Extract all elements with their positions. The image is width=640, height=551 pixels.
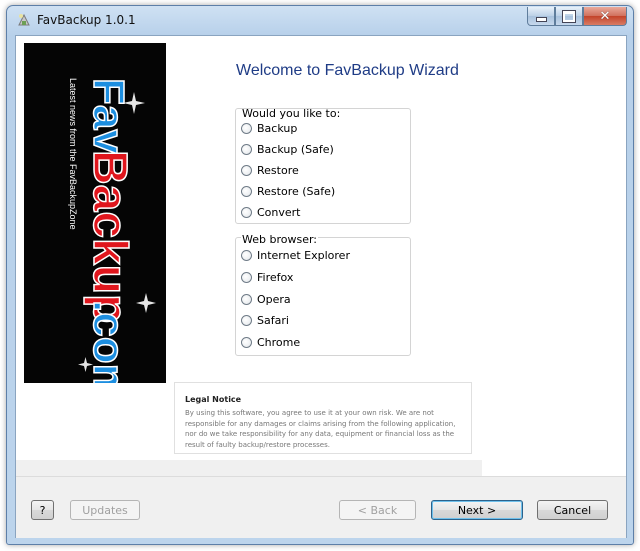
help-button[interactable]: ? (31, 500, 54, 520)
radio-firefox[interactable]: Firefox (241, 271, 293, 284)
minimize-button[interactable] (527, 7, 555, 26)
legal-notice: Legal Notice By using this software, you… (174, 382, 472, 454)
svg-text:Fav: Fav (84, 78, 133, 154)
radio-label: Backup (257, 122, 298, 135)
window-title: FavBackup 1.0.1 (37, 13, 136, 27)
action-group-label: Would you like to: (242, 107, 341, 120)
legal-notice-text: By using this software, you agree to use… (185, 409, 456, 449)
radio-circle[interactable] (241, 207, 252, 218)
radio-label: Opera (257, 293, 291, 306)
banner-panel: Fav Backup .com Latest news from the Fav… (24, 43, 166, 383)
caption-buttons: ✕ (527, 7, 627, 26)
close-button[interactable]: ✕ (583, 7, 627, 26)
back-button[interactable]: < Back (339, 500, 416, 520)
wizard-heading: Welcome to FavBackup Wizard (236, 62, 459, 79)
app-window: FavBackup 1.0.1 ✕ Fav Backup .com Latest… (6, 5, 634, 545)
radio-circle[interactable] (241, 337, 252, 348)
svg-text:Latest news from the FavBackup: Latest news from the FavBackupZone (68, 78, 78, 230)
cancel-button[interactable]: Cancel (537, 500, 608, 520)
svg-text:Backup: Backup (83, 150, 136, 323)
svg-text:.com: .com (84, 300, 133, 383)
radio-chrome[interactable]: Chrome (241, 336, 300, 349)
radio-circle[interactable] (241, 315, 252, 326)
action-group: Would you like to: Backup Backup (Safe) … (235, 107, 411, 224)
radio-circle[interactable] (241, 123, 252, 134)
minimize-icon (535, 16, 547, 22)
browser-group-label: Web browser: (241, 233, 319, 246)
maximize-button[interactable] (555, 7, 583, 26)
favbackup-logo: Fav Backup .com Latest news from the Fav… (68, 77, 156, 383)
button-bar: ? Updates < Back Next > Cancel (16, 476, 626, 538)
radio-backup[interactable]: Backup (241, 122, 297, 135)
app-icon (18, 13, 30, 26)
radio-circle[interactable] (241, 272, 252, 283)
wizard-client-area: Fav Backup .com Latest news from the Fav… (15, 35, 627, 538)
radio-convert[interactable]: Convert (241, 206, 301, 219)
radio-label: Safari (257, 314, 289, 327)
close-icon: ✕ (599, 8, 611, 24)
radio-safari[interactable]: Safari (241, 314, 289, 327)
radio-circle[interactable] (241, 144, 252, 155)
radio-label: Restore (Safe) (257, 185, 336, 198)
radio-label: Chrome (257, 336, 301, 349)
radio-opera[interactable]: Opera (241, 293, 291, 306)
radio-label: Restore (257, 164, 299, 177)
next-button[interactable]: Next > (431, 500, 523, 520)
radio-circle[interactable] (241, 186, 252, 197)
radio-circle[interactable] (241, 250, 252, 261)
radio-label: Convert (257, 206, 301, 219)
radio-label: Firefox (257, 271, 294, 284)
radio-label: Backup (Safe) (257, 143, 334, 156)
radio-restore[interactable]: Restore (241, 164, 299, 177)
radio-internet-explorer[interactable]: Internet Explorer (241, 249, 350, 262)
radio-restore-safe[interactable]: Restore (Safe) (241, 185, 335, 198)
radio-circle[interactable] (241, 294, 252, 305)
radio-label: Internet Explorer (257, 249, 350, 262)
legal-notice-title: Legal Notice (185, 395, 242, 404)
radio-circle[interactable] (241, 165, 252, 176)
maximize-icon (562, 9, 576, 23)
radio-backup-safe[interactable]: Backup (Safe) (241, 143, 334, 156)
updates-button[interactable]: Updates (70, 500, 140, 520)
title-bar[interactable]: FavBackup 1.0.1 ✕ (7, 6, 633, 33)
browser-group: Web browser: Internet Explorer Firefox O… (235, 233, 411, 356)
